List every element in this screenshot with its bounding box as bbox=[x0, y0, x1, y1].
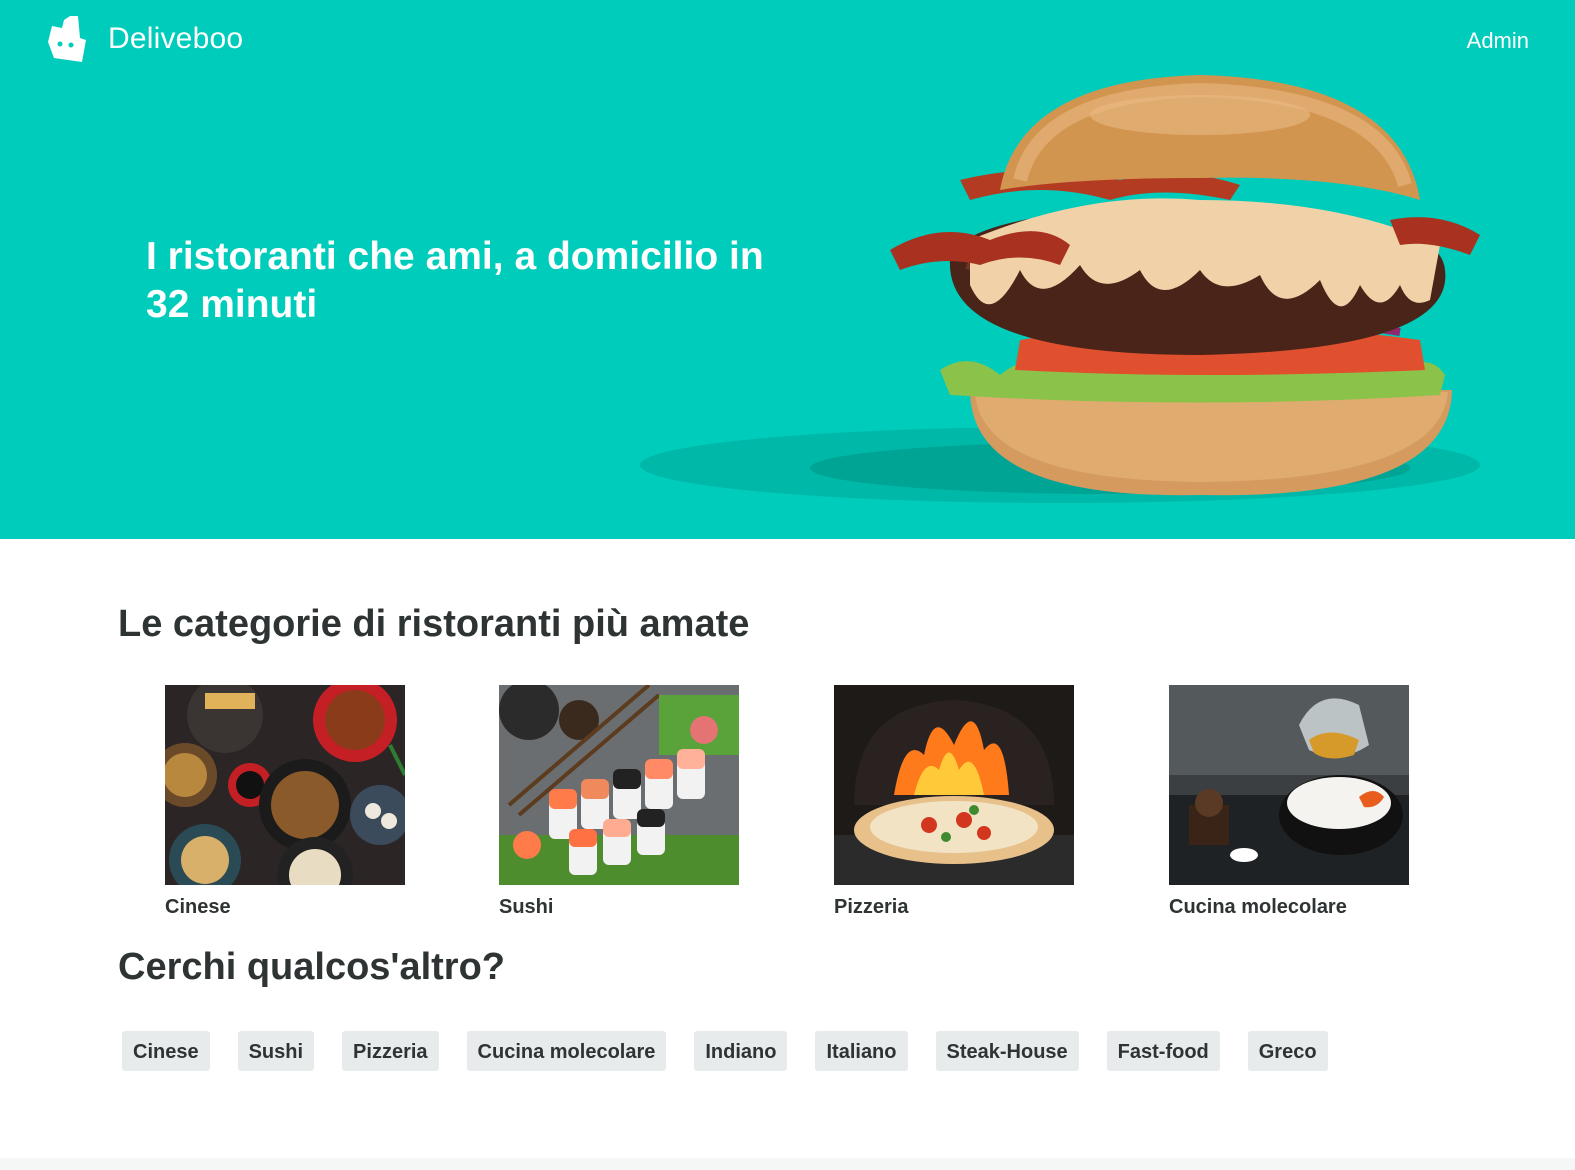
deliveroo-kangaroo-logo-icon bbox=[48, 16, 86, 62]
top-navbar: Deliveboo Admin bbox=[0, 0, 1575, 80]
tag-pizzeria[interactable]: Pizzeria bbox=[342, 1031, 439, 1071]
admin-link[interactable]: Admin bbox=[1467, 26, 1529, 56]
category-label: Cinese bbox=[165, 896, 231, 918]
pizzeria-food-image bbox=[834, 685, 1074, 885]
footer-edge bbox=[0, 1158, 1575, 1170]
tag-cucina-molecolare[interactable]: Cucina molecolare bbox=[466, 1031, 667, 1071]
other-categories-title: Cerchi qualcos'altro? bbox=[118, 946, 506, 988]
cinese-food-image bbox=[165, 685, 405, 885]
category-tags-list: Cinese Sushi Pizzeria Cucina molecolare … bbox=[122, 1031, 1328, 1071]
tag-italiano[interactable]: Italiano bbox=[815, 1031, 908, 1071]
brand-name: Deliveboo bbox=[108, 22, 244, 55]
category-card-sushi[interactable]: Sushi bbox=[499, 685, 739, 919]
category-label: Cucina molecolare bbox=[1169, 896, 1347, 918]
burger-hero-image bbox=[640, 70, 1500, 510]
category-label: Sushi bbox=[499, 896, 554, 918]
hero: Deliveboo Admin I ristoranti che ami, a … bbox=[0, 0, 1575, 539]
tag-fast-food[interactable]: Fast-food bbox=[1106, 1031, 1220, 1071]
category-card-pizzeria[interactable]: Pizzeria bbox=[834, 685, 1074, 919]
category-card-cucina-molecolare[interactable]: Cucina molecolare bbox=[1169, 685, 1409, 919]
tag-steak-house[interactable]: Steak-House bbox=[935, 1031, 1079, 1071]
categories-section-title: Le categorie di ristoranti più amate bbox=[118, 603, 750, 645]
tag-indiano[interactable]: Indiano bbox=[694, 1031, 788, 1071]
category-label: Pizzeria bbox=[834, 896, 909, 918]
sushi-food-image bbox=[499, 685, 739, 885]
tag-sushi[interactable]: Sushi bbox=[237, 1031, 315, 1071]
category-card-cinese[interactable]: Cinese bbox=[165, 685, 405, 919]
home-logo-link[interactable]: Deliveboo bbox=[44, 16, 243, 62]
cucina-molecolare-food-image bbox=[1169, 685, 1409, 885]
tag-greco[interactable]: Greco bbox=[1247, 1031, 1328, 1071]
tag-cinese[interactable]: Cinese bbox=[122, 1031, 210, 1071]
